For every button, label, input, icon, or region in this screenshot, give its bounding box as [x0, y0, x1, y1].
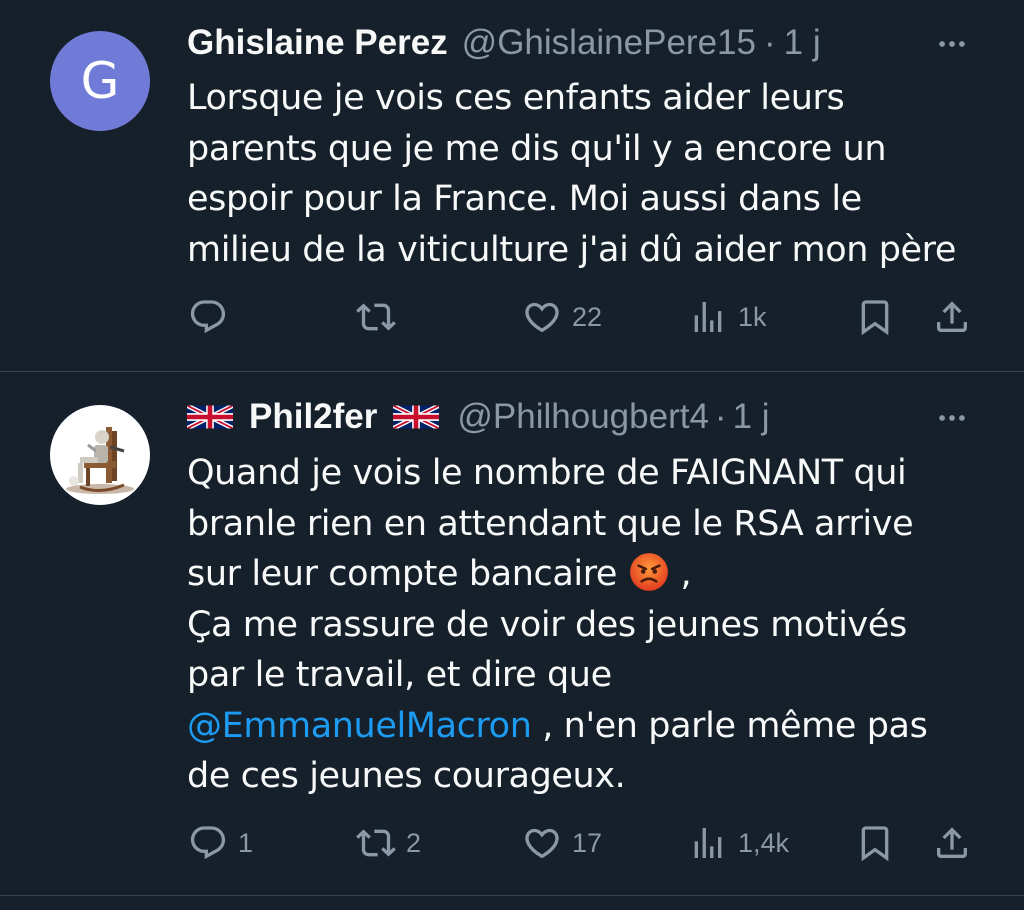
- user-handle[interactable]: @Philhougbert4: [457, 394, 709, 440]
- bookmark-icon: [855, 823, 895, 863]
- avatar[interactable]: G: [50, 31, 150, 131]
- share-button[interactable]: [932, 292, 972, 342]
- retweet-count: 2: [406, 827, 422, 858]
- reply-button[interactable]: [188, 292, 238, 342]
- like-icon: [522, 297, 562, 337]
- tweet-text-line: milieu de la viticulture j'ai dû aider m…: [187, 229, 957, 270]
- tweet-text-segment: , n'en parle même pas: [531, 705, 928, 746]
- bookmark-button[interactable]: [855, 818, 895, 868]
- tweet-text-segment: ,: [680, 554, 692, 594]
- like-count: 17: [572, 827, 603, 858]
- like-button[interactable]: 17: [522, 818, 602, 868]
- tweet-text-line: de ces jeunes courageux.: [187, 756, 626, 796]
- views-count: 1,4k: [738, 827, 790, 858]
- tweet-card[interactable]: Phil2fer @Philhougbert4 · 1 j Quand je v…: [0, 372, 1024, 896]
- action-bar: 1 2 17 1,4k: [0, 818, 1024, 868]
- more-icon[interactable]: [932, 24, 972, 64]
- avatar-letter: G: [80, 52, 120, 110]
- share-icon: [932, 297, 972, 337]
- display-name[interactable]: Phil2fer: [249, 394, 377, 440]
- tweet-text-line: branle rien en attendant que le RSA arri…: [187, 503, 914, 544]
- views-count: 1k: [738, 301, 767, 332]
- tweet-text-line: @EmmanuelMacron , n'en parle même pas: [187, 701, 987, 752]
- views-button[interactable]: 1k: [688, 292, 767, 342]
- tweet-text-line: parents que je me dis qu'il y a encore u…: [187, 128, 887, 169]
- action-bar: 22 1k: [0, 292, 1024, 342]
- like-button[interactable]: 22: [522, 292, 602, 342]
- tweet-text-line: espoir pour la France. Moi aussi dans le: [187, 179, 862, 219]
- tweet-text-line: Ça me rassure de voir des jeunes motivés: [187, 604, 907, 645]
- retweet-button[interactable]: [356, 292, 406, 342]
- uk-flag-icon: [393, 402, 439, 432]
- views-button[interactable]: 1,4k: [688, 818, 789, 868]
- tweet-header: Ghislaine Perez @GhislainePere15 · 1 j: [187, 20, 984, 66]
- retweet-icon: [356, 823, 396, 863]
- bookmark-button[interactable]: [855, 292, 895, 342]
- tweet-text-line: sur leur compte bancaire ,: [187, 549, 987, 600]
- reply-icon: [188, 297, 228, 337]
- tweet-text-line: par le travail, et dire que: [187, 655, 612, 695]
- timestamp[interactable]: 1 j: [733, 394, 770, 440]
- tweet-text-line: Lorsque je vois ces enfants aider leurs: [187, 78, 845, 118]
- reply-icon: [188, 823, 228, 863]
- tweet-text-line: Quand je vois le nombre de FAIGNANT qui: [187, 453, 907, 493]
- tweet-text: Lorsque je vois ces enfants aider leurs …: [187, 73, 987, 275]
- mention-link[interactable]: @EmmanuelMacron: [187, 706, 532, 746]
- views-icon: [688, 297, 728, 337]
- more-icon[interactable]: [932, 398, 972, 438]
- reply-count: 1: [238, 827, 254, 858]
- bookmark-icon: [855, 297, 895, 337]
- rocking-chair-figure: [66, 427, 134, 494]
- like-count: 22: [572, 301, 603, 332]
- views-icon: [688, 823, 728, 863]
- avatar[interactable]: [50, 405, 150, 505]
- angry-face-emoji: [629, 553, 668, 591]
- reply-button[interactable]: 1: [188, 818, 253, 868]
- retweet-icon: [356, 297, 396, 337]
- separator-dot: ·: [714, 397, 727, 436]
- separator-dot: ·: [763, 23, 776, 62]
- like-icon: [522, 823, 562, 863]
- display-name[interactable]: Ghislaine Perez: [187, 20, 448, 66]
- tweet-header: Phil2fer @Philhougbert4 · 1 j: [187, 394, 984, 440]
- tweet-text-segment: sur leur compte bancaire: [187, 554, 618, 594]
- user-handle[interactable]: @GhislainePere15: [462, 20, 756, 66]
- timestamp[interactable]: 1 j: [784, 20, 821, 66]
- tweet-card[interactable]: G Ghislaine Perez @GhislainePere15 · 1 j…: [0, 0, 1024, 372]
- share-icon: [932, 823, 972, 863]
- tweet-text: Quand je vois le nombre de FAIGNANT qui …: [187, 448, 987, 802]
- retweet-button[interactable]: 2: [356, 818, 421, 868]
- uk-flag-icon: [187, 402, 233, 432]
- share-button[interactable]: [932, 818, 972, 868]
